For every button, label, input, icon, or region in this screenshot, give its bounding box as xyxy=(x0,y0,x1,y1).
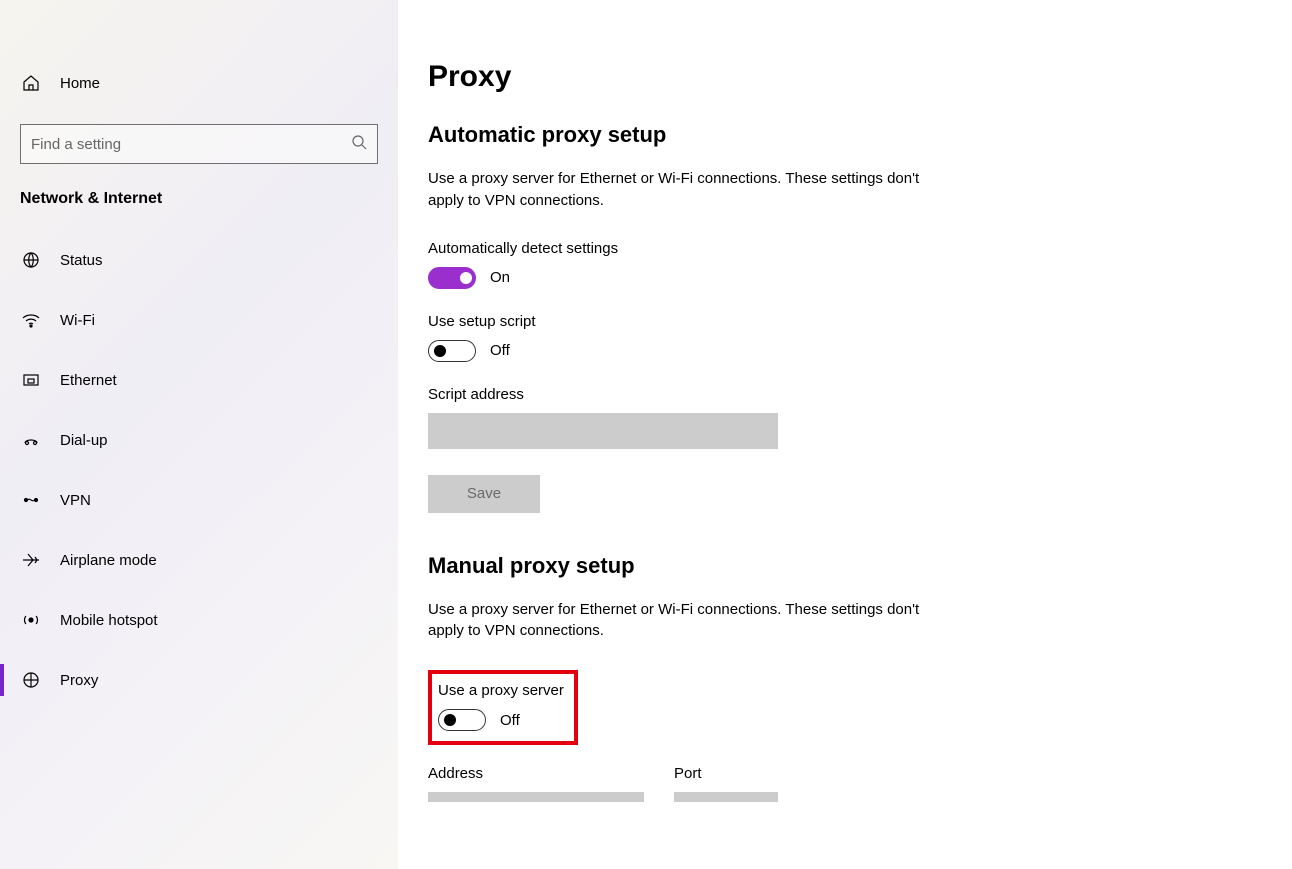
ethernet-icon xyxy=(20,369,42,391)
auto-description: Use a proxy server for Ethernet or Wi-Fi… xyxy=(428,168,958,212)
sidebar-item-label: Ethernet xyxy=(60,372,117,389)
port-label: Port xyxy=(674,765,778,782)
dialup-icon xyxy=(20,429,42,451)
sidebar-item-label: Proxy xyxy=(60,672,98,689)
use-proxy-label: Use a proxy server xyxy=(438,682,564,699)
home-icon xyxy=(20,72,42,94)
sidebar-item-label: Dial-up xyxy=(60,432,108,449)
save-button: Save xyxy=(428,475,540,513)
section-label: Network & Internet xyxy=(0,164,398,226)
script-address-input[interactable] xyxy=(428,413,778,449)
sidebar-item-airplane[interactable]: Airplane mode xyxy=(0,530,398,590)
hotspot-icon xyxy=(20,609,42,631)
sidebar-item-label: Wi-Fi xyxy=(60,312,95,329)
highlight-annotation: Use a proxy server Off xyxy=(428,670,578,745)
script-address-label: Script address xyxy=(428,386,1292,403)
setup-script-label: Use setup script xyxy=(428,313,1292,330)
setup-script-toggle[interactable] xyxy=(428,340,476,362)
sidebar-item-proxy[interactable]: Proxy xyxy=(0,650,398,710)
use-proxy-toggle[interactable] xyxy=(438,709,486,731)
proxy-address-input[interactable] xyxy=(428,792,644,802)
sidebar-item-status[interactable]: Status xyxy=(0,230,398,290)
status-icon xyxy=(20,249,42,271)
manual-description: Use a proxy server for Ethernet or Wi-Fi… xyxy=(428,599,958,643)
vpn-icon xyxy=(20,489,42,511)
search-input[interactable] xyxy=(31,136,351,153)
search-icon xyxy=(351,134,367,154)
auto-detect-toggle[interactable] xyxy=(428,267,476,289)
airplane-icon xyxy=(20,549,42,571)
proxy-icon xyxy=(20,669,42,691)
sidebar-item-dialup[interactable]: Dial-up xyxy=(0,410,398,470)
sidebar-item-label: VPN xyxy=(60,492,91,509)
proxy-port-input[interactable] xyxy=(674,792,778,802)
home-label: Home xyxy=(60,75,100,92)
use-proxy-state: Off xyxy=(500,712,520,729)
sidebar-item-wifi[interactable]: Wi-Fi xyxy=(0,290,398,350)
auto-detect-label: Automatically detect settings xyxy=(428,240,1292,257)
sidebar-item-label: Airplane mode xyxy=(60,552,157,569)
address-label: Address xyxy=(428,765,644,782)
sidebar: Home Network & Internet Status Wi-Fi Eth… xyxy=(0,0,398,869)
setup-script-state: Off xyxy=(490,342,510,359)
sidebar-item-label: Mobile hotspot xyxy=(60,612,158,629)
sidebar-item-ethernet[interactable]: Ethernet xyxy=(0,350,398,410)
home-nav[interactable]: Home xyxy=(0,60,398,106)
sidebar-item-label: Status xyxy=(60,252,103,269)
wifi-icon xyxy=(20,309,42,331)
page-title: Proxy xyxy=(428,60,1292,94)
main-content: Proxy Automatic proxy setup Use a proxy … xyxy=(398,0,1292,869)
sidebar-item-hotspot[interactable]: Mobile hotspot xyxy=(0,590,398,650)
manual-group-title: Manual proxy setup xyxy=(428,553,1292,579)
auto-group-title: Automatic proxy setup xyxy=(428,122,1292,148)
search-input-wrap[interactable] xyxy=(20,124,378,164)
sidebar-item-vpn[interactable]: VPN xyxy=(0,470,398,530)
auto-detect-state: On xyxy=(490,269,510,286)
